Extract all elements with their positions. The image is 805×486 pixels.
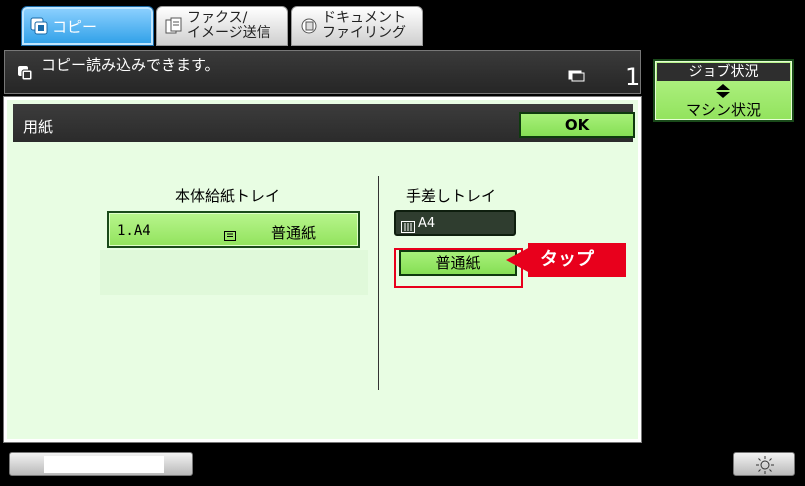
- tray-divider: [378, 176, 379, 390]
- copy-icon: [30, 17, 48, 35]
- tab-docfile-label: ドキュメント ファイリング: [322, 11, 406, 41]
- copy-status-icon: [17, 65, 33, 85]
- machine-status-label: マシン状況: [685, 101, 761, 119]
- system-info-bar[interactable]: [9, 452, 193, 476]
- status-bar: コピー読み込みできます。 1: [4, 50, 641, 94]
- main-tray-empty-area: [100, 250, 368, 295]
- main-tray-paper-type: 普通紙: [271, 224, 317, 242]
- tab-copy-label: コピー: [52, 17, 98, 36]
- document-filing-icon: [300, 17, 318, 35]
- panel-header: 用紙 OK: [13, 104, 635, 142]
- main-tray-size: 1.A4: [117, 223, 151, 239]
- tab-document-filing[interactable]: ドキュメント ファイリング: [291, 6, 423, 46]
- bypass-tray-size: A4: [418, 216, 436, 231]
- bypass-tray-heading: 手差しトレイ: [406, 187, 497, 205]
- status-message: コピー読み込みできます。: [41, 56, 220, 74]
- brightness-button[interactable]: [733, 452, 795, 476]
- tab-docfile-label-line1: ドキュメント: [322, 10, 406, 26]
- job-status-label: ジョブ状況: [657, 63, 790, 81]
- ok-button[interactable]: OK: [519, 112, 635, 138]
- bypass-tray-size-display: A4: [394, 210, 516, 236]
- job-machine-status-button[interactable]: ジョブ状況 マシン状況: [653, 59, 794, 122]
- bypass-tray-icon: [401, 218, 415, 237]
- fax-icon: [165, 17, 183, 35]
- tab-fax-label: ファクス/ イメージ送信: [187, 11, 271, 41]
- bypass-paper-type-button[interactable]: 普通紙: [399, 250, 517, 276]
- main-tray-1-button[interactable]: 1.A4 普通紙: [107, 211, 360, 248]
- main-tray-heading: 本体給紙トレイ: [175, 187, 281, 205]
- panel-title: 用紙: [23, 118, 54, 136]
- tab-fax-label-line1: ファクス/: [187, 10, 248, 26]
- tab-copy[interactable]: コピー: [21, 6, 154, 46]
- tap-callout: タップ: [506, 243, 626, 277]
- paper-tray-icon: [224, 226, 236, 245]
- tab-fax-image-send[interactable]: ファクス/ イメージ送信: [156, 6, 288, 46]
- copy-count: 1: [625, 63, 641, 91]
- tap-callout-label: タップ: [528, 243, 626, 277]
- callout-arrow-icon: [506, 247, 530, 273]
- tab-fax-label-line2: イメージ送信: [187, 25, 271, 41]
- copies-icon: [568, 67, 586, 86]
- brightness-icon: [756, 456, 774, 478]
- tab-docfile-label-line2: ファイリング: [322, 25, 406, 41]
- system-info-display: [44, 456, 164, 473]
